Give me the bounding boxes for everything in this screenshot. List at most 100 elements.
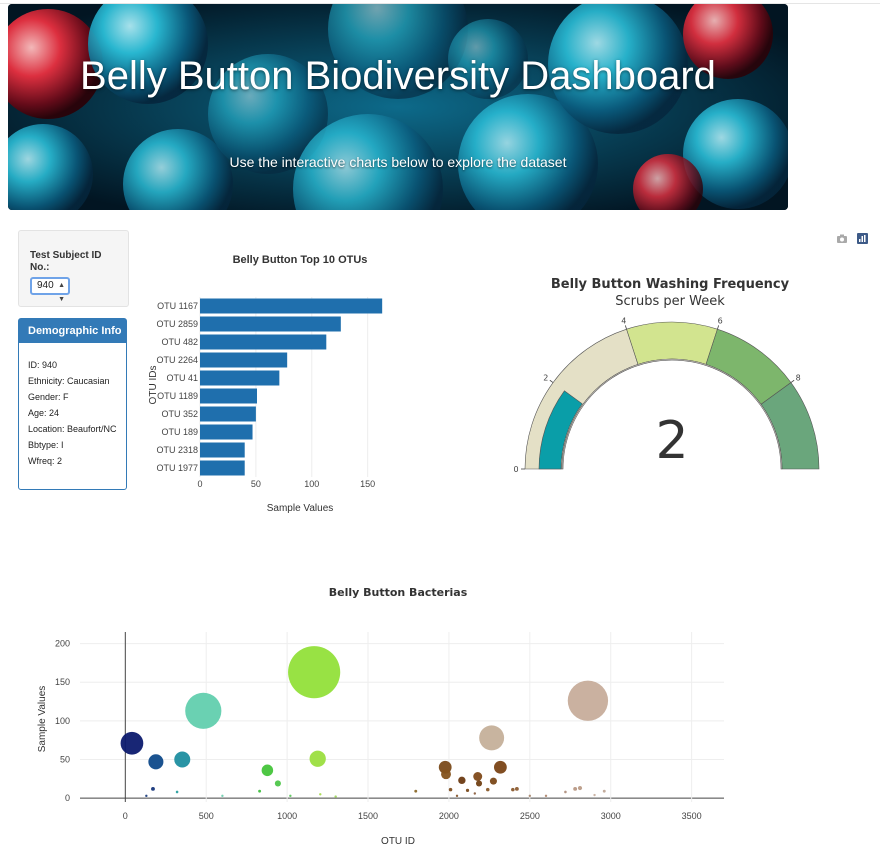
- subject-selector-well: Test Subject ID No.: 940 ▲ ▼: [18, 230, 129, 307]
- bubble-point: [289, 794, 292, 798]
- bubble-y-tick-label: 100: [55, 716, 70, 726]
- bubble-point: [120, 731, 144, 755]
- bar: [200, 424, 253, 440]
- bar-y-tick-label: OTU 41: [166, 373, 198, 383]
- demographic-panel-title: Demographic Info: [19, 319, 126, 343]
- bubble-y-tick-label: 200: [55, 639, 70, 649]
- plotly-logo-icon[interactable]: [857, 233, 868, 244]
- gauge-tick: [549, 379, 554, 383]
- bubble-point: [514, 786, 519, 791]
- demographic-row: Location: Beaufort/NC: [28, 424, 117, 434]
- bar-y-tick-label: OTU 1167: [157, 301, 198, 311]
- bubble-point: [511, 787, 515, 792]
- bar: [200, 442, 245, 458]
- bubble-y-tick-label: 0: [65, 793, 70, 803]
- bubble-point: [479, 725, 505, 751]
- bubble-point: [473, 772, 483, 781]
- bar-y-tick-label: OTU 2318: [156, 445, 198, 455]
- bubble-point: [185, 692, 222, 729]
- bubble-point: [274, 780, 281, 787]
- subject-id-label: Test Subject ID No.:: [30, 250, 102, 273]
- washing-frequency-gauge: Belly Button Washing Frequency Scrubs pe…: [513, 277, 820, 474]
- bubble-x-tick-label: 0: [123, 811, 128, 821]
- page-title: Belly Button Biodiversity Dashboard: [80, 54, 716, 98]
- bar-y-tick-label: OTU 1977: [156, 463, 198, 473]
- gauge-tick: [624, 325, 627, 330]
- camera-icon[interactable]: [836, 234, 848, 244]
- bubble-x-tick-label: 1000: [277, 811, 297, 821]
- bar-chart-xlabel: Sample Values: [267, 503, 334, 514]
- gauge-tick-label: 8: [796, 373, 801, 382]
- bubble-x-tick-label: 2000: [439, 811, 459, 821]
- bubble-x-tick-label: 500: [199, 811, 214, 821]
- bubble-point: [473, 792, 477, 795]
- bubble-point: [567, 680, 609, 721]
- bubble-chart-xlabel: OTU ID: [381, 836, 415, 847]
- bubble-y-tick-label: 50: [60, 755, 70, 765]
- bubble-point: [319, 793, 322, 796]
- bar-x-tick-label: 100: [304, 479, 319, 489]
- gauge-band: [626, 321, 718, 365]
- bubble-chart-ylabel: Sample Values: [37, 686, 48, 753]
- bubble-point: [441, 769, 451, 780]
- bubble-point: [309, 750, 326, 767]
- bubble-point: [465, 788, 470, 793]
- bubble-point: [448, 787, 453, 792]
- bar-x-tick-label: 0: [197, 479, 202, 489]
- gauge-title: Belly Button Washing Frequency: [551, 277, 790, 292]
- gauge-tick-label: 4: [621, 317, 626, 326]
- bubble-point: [573, 786, 578, 791]
- bar-y-tick-label: OTU 2859: [156, 319, 198, 329]
- hero-banner: Belly Button Biodiversity Dashboard Use …: [8, 4, 788, 210]
- bar: [200, 370, 280, 386]
- bubble-point: [577, 786, 583, 791]
- bubble-point: [564, 790, 567, 794]
- bar: [200, 406, 256, 422]
- bubble-point: [458, 776, 466, 785]
- bar: [200, 298, 383, 314]
- gauge-tick: [717, 325, 720, 330]
- bar: [200, 316, 341, 332]
- bubble-point: [221, 794, 224, 798]
- bacteria-bubble-chart: Belly Button Bacterias OTU ID Sample Val…: [37, 586, 724, 847]
- bar: [200, 460, 245, 476]
- gauge-subtitle: Scrubs per Week: [615, 294, 725, 309]
- bubble-point: [148, 754, 164, 770]
- bar-y-tick-label: OTU 352: [161, 409, 198, 419]
- bubble-y-tick-label: 150: [55, 677, 70, 687]
- bubble-point: [602, 789, 606, 793]
- bar-y-tick-label: OTU 482: [161, 337, 198, 347]
- bubble-x-tick-label: 3000: [601, 811, 621, 821]
- demographic-row: Bbtype: I: [28, 440, 64, 450]
- bar-x-tick-label: 150: [360, 479, 375, 489]
- top-otu-bar-chart: Belly Button Top 10 OTUs Sample Values O…: [148, 254, 383, 514]
- bubble-point: [174, 751, 191, 768]
- bubble-point: [528, 794, 532, 798]
- bubble-point: [258, 789, 262, 793]
- chevron-updown-icon: ▲ ▼: [58, 282, 65, 303]
- demographic-info-list: ID: 940 Ethnicity: Caucasian Gender: F A…: [28, 360, 123, 473]
- bubble-point: [593, 793, 596, 797]
- bubble-point: [145, 794, 148, 798]
- bar-x-tick-label: 50: [251, 479, 261, 489]
- subject-id-select[interactable]: 940 ▲ ▼: [30, 277, 70, 303]
- demographic-row: Ethnicity: Caucasian: [28, 376, 110, 386]
- gauge-tick: [790, 379, 795, 383]
- bubble-point: [455, 794, 459, 798]
- bar: [200, 352, 288, 368]
- bubble-point: [414, 789, 418, 793]
- bubble-point: [544, 794, 548, 798]
- bubble-point: [489, 777, 497, 785]
- bubble-chart-title: Belly Button Bacterias: [329, 586, 468, 599]
- bar-y-tick-label: OTU 1189: [157, 391, 198, 401]
- gauge-value: 2: [655, 411, 688, 471]
- bubble-point: [493, 760, 507, 774]
- bubble-point: [288, 646, 341, 699]
- bubble-point: [485, 787, 490, 792]
- bar-y-tick-label: OTU 2264: [156, 355, 198, 365]
- page-subtitle: Use the interactive charts below to expl…: [229, 154, 567, 170]
- gauge-tick-label: 2: [543, 373, 548, 382]
- gauge-tick-label: 6: [718, 317, 723, 326]
- bubble-x-tick-label: 2500: [520, 811, 540, 821]
- bacteria-background-image: [8, 4, 788, 210]
